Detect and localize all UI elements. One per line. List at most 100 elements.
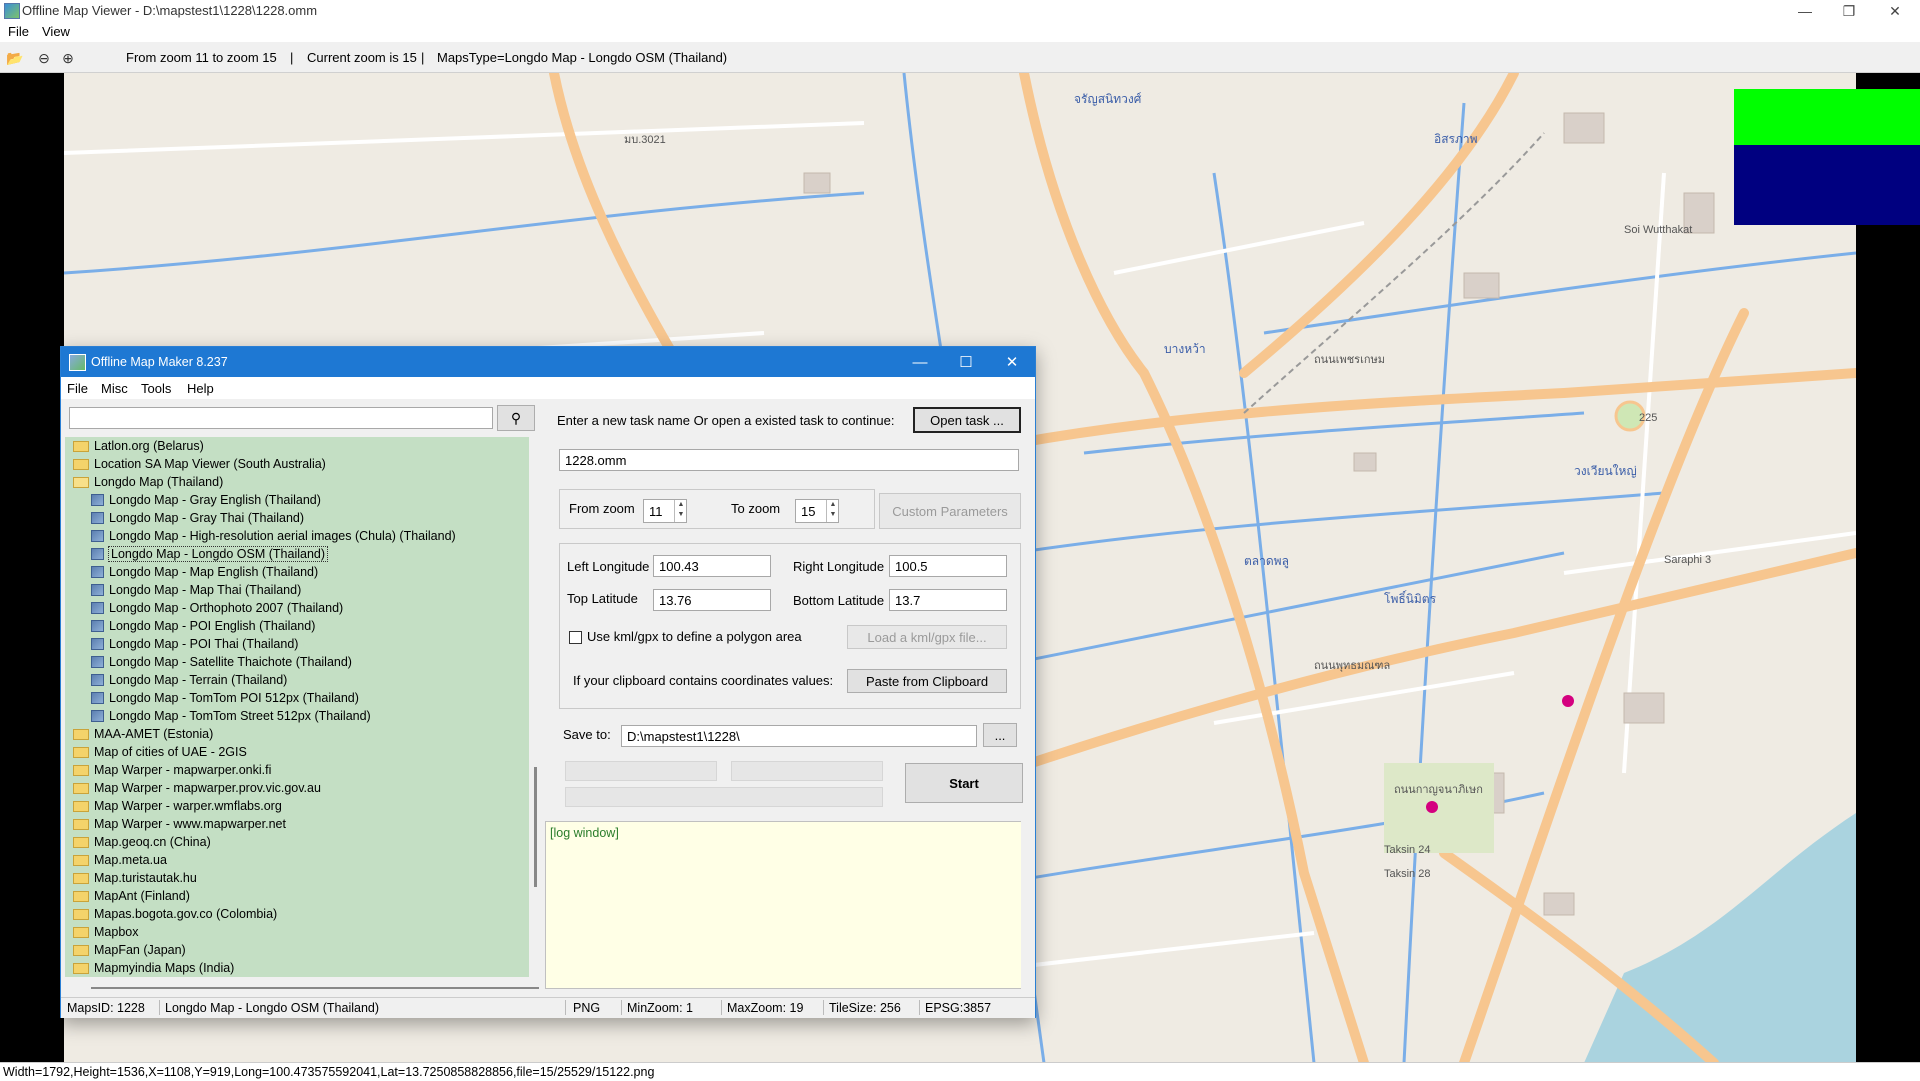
tree-map-item[interactable]: Longdo Map - Orthophoto 2007 (Thailand) [91, 599, 343, 617]
folder-icon [73, 836, 89, 848]
status-separator [823, 1000, 824, 1015]
tree-map-item[interactable]: Longdo Map - Map Thai (Thailand) [91, 581, 301, 599]
tree-item-label: MapFan (Japan) [94, 943, 186, 957]
status-tile-size: TileSize: 256 [829, 1001, 901, 1015]
status-max-zoom: MaxZoom: 19 [727, 1001, 804, 1015]
custom-parameters-button[interactable]: Custom Parameters [879, 493, 1021, 529]
left-longitude-input[interactable] [653, 555, 771, 577]
tree-scroll-thumb[interactable] [534, 767, 537, 887]
dialog-maximize-icon[interactable]: ☐ [943, 347, 989, 377]
status-separator [159, 1000, 160, 1015]
tree-map-item[interactable]: Longdo Map - Gray Thai (Thailand) [91, 509, 304, 527]
tree-item-label: Mapas.bogota.gov.co (Colombia) [94, 907, 278, 921]
tree-folder-item[interactable]: Mapmyindia Maps (India) [73, 959, 234, 977]
tree-item-label: Longdo Map - POI English (Thailand) [109, 619, 316, 633]
bottom-latitude-input[interactable] [889, 589, 1007, 611]
tree-map-item[interactable]: Longdo Map - TomTom POI 512px (Thailand) [91, 689, 359, 707]
map-label: ถนนกาญจนาภิเษก [1394, 784, 1483, 796]
viewer-status-text: Width=1792,Height=1536,X=1108,Y=919,Long… [3, 1065, 655, 1079]
tree-item-label: Longdo Map - Longdo OSM (Thailand) [107, 546, 329, 562]
menu-view[interactable]: View [42, 24, 70, 39]
tree-folder-item[interactable]: MapAnt (Finland) [73, 887, 190, 905]
map-layer-icon [91, 656, 104, 668]
map-layer-icon [91, 674, 104, 686]
status-map-name: Longdo Map - Longdo OSM (Thailand) [165, 1001, 380, 1015]
browse-button[interactable]: ... [983, 723, 1017, 747]
tree-map-item[interactable]: Longdo Map - POI Thai (Thailand) [91, 635, 298, 653]
tree-folder-item[interactable]: MapFan (Japan) [73, 941, 186, 959]
tree-map-item[interactable]: Longdo Map - TomTom Street 512px (Thaila… [91, 707, 371, 725]
dialog-title-bar[interactable]: Offline Map Maker 8.237 — ☐ ✕ [61, 347, 1035, 377]
tree-map-item[interactable]: Longdo Map - Terrain (Thailand) [91, 671, 287, 689]
map-label: Taksin 28 [1384, 868, 1430, 880]
menu-file[interactable]: File [8, 24, 29, 39]
tree-map-item[interactable]: Longdo Map - High-resolution aerial imag… [91, 527, 456, 545]
task-name-input[interactable] [559, 449, 1019, 471]
dialog-close-icon[interactable]: ✕ [989, 347, 1035, 377]
progress-bar [565, 787, 883, 807]
paste-clipboard-button[interactable]: Paste from Clipboard [847, 669, 1007, 693]
tree-folder-item[interactable]: Location SA Map Viewer (South Australia) [73, 455, 326, 473]
close-icon[interactable]: ✕ [1872, 0, 1918, 22]
tree-folder-item[interactable]: Latlon.org (Belarus) [73, 437, 204, 455]
dialog-menu-file[interactable]: File [67, 381, 88, 396]
start-button[interactable]: Start [905, 763, 1023, 803]
zoom-out-icon[interactable]: ⊖ [36, 50, 52, 66]
dialog-menu-misc[interactable]: Misc [101, 381, 128, 396]
minimize-icon[interactable]: — [1782, 0, 1828, 22]
tree-map-item[interactable]: Longdo Map - Map English (Thailand) [91, 563, 318, 581]
tree-folder-item[interactable]: Map Warper - mapwarper.prov.vic.gov.au [73, 779, 321, 797]
to-zoom-stepper-icon[interactable]: ▲ ▼ [826, 500, 839, 522]
folder-icon [73, 746, 89, 758]
tree-folder-item[interactable]: Map Warper - www.mapwarper.net [73, 815, 286, 833]
tree-folder-item[interactable]: Map.geoq.cn (China) [73, 833, 211, 851]
kml-label: Use kml/gpx to define a polygon area [587, 629, 802, 644]
tree-folder-item[interactable]: Longdo Map (Thailand) [73, 473, 223, 491]
top-latitude-input[interactable] [653, 589, 771, 611]
tree-folder-item[interactable]: Map.turistautak.hu [73, 869, 197, 887]
map-label: จรัญสนิทวงศ์ [1074, 92, 1142, 106]
load-kml-button[interactable]: Load a kml/gpx file... [847, 625, 1007, 649]
dialog-minimize-icon[interactable]: — [897, 347, 943, 377]
tree-folder-item[interactable]: Mapbox [73, 923, 138, 941]
tree-map-item[interactable]: Longdo Map - POI English (Thailand) [91, 617, 315, 635]
zoom-range-info: From zoom 11 to zoom 15 [126, 50, 277, 65]
folder-icon [73, 458, 89, 470]
restore-icon[interactable]: ❐ [1826, 0, 1872, 22]
tree-horizontal-scrollbar[interactable] [91, 987, 539, 989]
dialog-app-icon [69, 354, 86, 371]
map-source-tree[interactable]: Latlon.org (Belarus) Location SA Map View… [65, 437, 529, 977]
map-search-input[interactable] [69, 407, 493, 429]
folder-icon [73, 962, 89, 974]
maps-type-info: MapsType=Longdo Map - Longdo OSM (Thaila… [437, 50, 728, 65]
dialog-menu-tools[interactable]: Tools [141, 381, 171, 396]
from-zoom-stepper-icon[interactable]: ▲ ▼ [674, 500, 687, 522]
tree-folder-item[interactable]: Map Warper - mapwarper.onki.fi [73, 761, 271, 779]
log-scrollbar[interactable] [1021, 821, 1033, 989]
status-separator [919, 1000, 920, 1015]
map-label: ตลาดพลู [1244, 554, 1289, 569]
zoom-in-icon[interactable]: ⊕ [60, 50, 76, 66]
tree-map-item[interactable]: Longdo Map - Gray English (Thailand) [91, 491, 321, 509]
save-to-input[interactable] [621, 725, 977, 747]
kml-checkbox[interactable] [569, 631, 582, 644]
status-separator [621, 1000, 622, 1015]
tree-map-item[interactable]: Longdo Map - Satellite Thaichote (Thaila… [91, 653, 352, 671]
tree-scrollbar[interactable] [531, 437, 541, 977]
dialog-menu-help[interactable]: Help [187, 381, 214, 396]
tree-item-label: Longdo Map - Map Thai (Thailand) [109, 583, 302, 597]
map-layer-icon [91, 620, 104, 632]
tree-folder-item[interactable]: Map.meta.ua [73, 851, 167, 869]
tree-item-label: MapAnt (Finland) [94, 889, 190, 903]
tree-folder-item[interactable]: Mapas.bogota.gov.co (Colombia) [73, 905, 277, 923]
log-window[interactable]: [log window] [545, 821, 1029, 989]
tree-folder-item[interactable]: Map Warper - warper.wmflabs.org [73, 797, 282, 815]
search-button[interactable]: ⚲ [497, 405, 535, 431]
open-folder-icon[interactable]: 📂 [6, 50, 23, 66]
open-task-button[interactable]: Open task ... [913, 407, 1021, 433]
tree-map-item[interactable]: Longdo Map - Longdo OSM (Thailand) [91, 545, 329, 563]
tree-folder-item[interactable]: MAA-AMET (Estonia) [73, 725, 213, 743]
tree-folder-item[interactable]: Map of cities of UAE - 2GIS [73, 743, 247, 761]
folder-icon [73, 782, 89, 794]
right-longitude-input[interactable] [889, 555, 1007, 577]
